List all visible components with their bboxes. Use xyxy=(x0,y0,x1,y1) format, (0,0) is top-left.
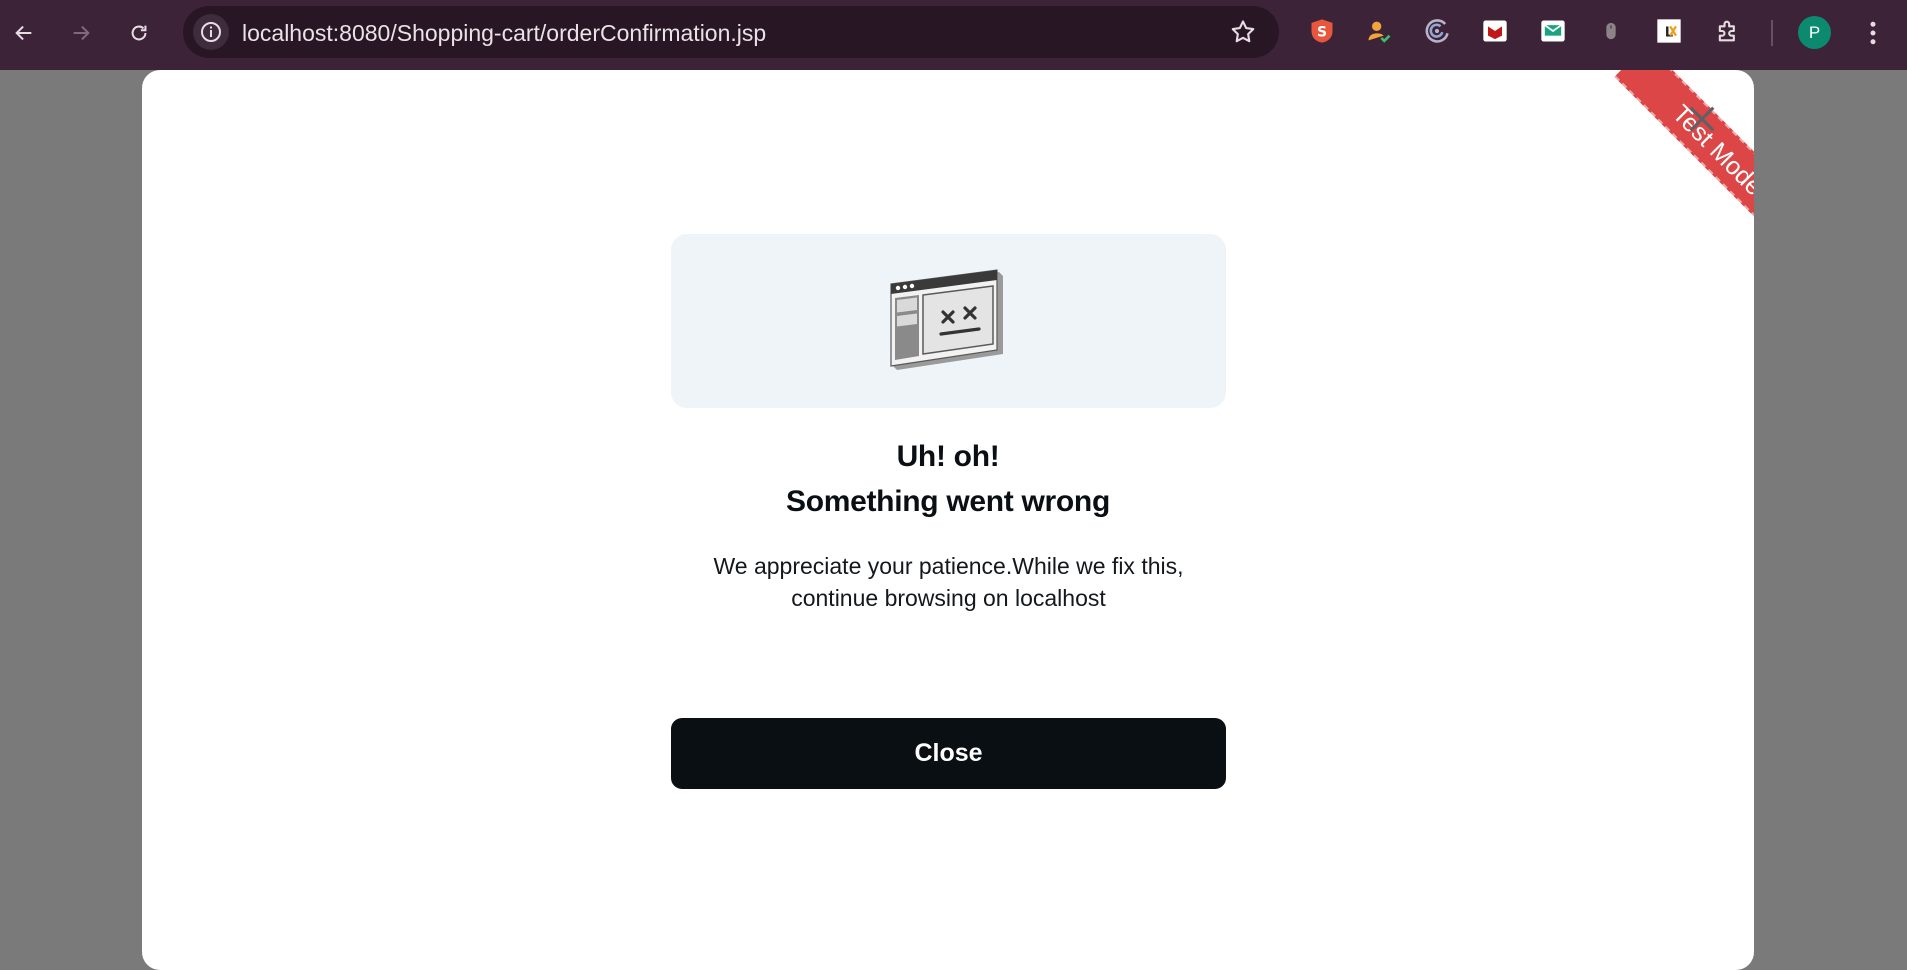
person-check-extension-icon[interactable] xyxy=(1364,16,1394,46)
url-text[interactable]: localhost:8080/Shopping-cart/orderConfir… xyxy=(242,20,766,47)
error-title-line2: Something went wrong xyxy=(786,485,1110,518)
error-modal: Test Mode Uh! oh! Something went wrong W… xyxy=(142,70,1754,970)
modal-close-x-button[interactable] xyxy=(1679,96,1725,142)
forward-button[interactable] xyxy=(61,13,101,53)
browser-menu-button[interactable] xyxy=(1858,16,1888,50)
mouse-extension-icon[interactable] xyxy=(1596,16,1626,46)
info-icon xyxy=(201,22,221,42)
swirl-extension-icon[interactable] xyxy=(1422,16,1452,46)
error-title-line1: Uh! oh! xyxy=(896,440,1000,473)
kebab-menu-icon xyxy=(1870,21,1876,45)
lx-extension-icon[interactable]: L xyxy=(1654,16,1684,46)
error-message: We appreciate your patience.While we fix… xyxy=(713,553,1184,611)
svg-text:S: S xyxy=(1317,24,1327,40)
site-info-button[interactable] xyxy=(193,14,229,50)
error-illustration-panel xyxy=(671,234,1226,408)
close-button[interactable]: Close xyxy=(671,718,1226,789)
arrow-right-icon xyxy=(73,25,90,41)
reload-button[interactable] xyxy=(119,13,159,53)
back-button[interactable] xyxy=(4,13,44,53)
profile-avatar[interactable]: P xyxy=(1798,16,1831,49)
arrow-left-icon xyxy=(15,25,32,41)
toolbar-divider xyxy=(1771,20,1773,46)
s-shield-extension-icon[interactable]: S xyxy=(1307,16,1337,46)
address-bar[interactable]: localhost:8080/Shopping-cart/orderConfir… xyxy=(183,6,1279,58)
test-mode-ribbon: Test Mode xyxy=(1574,70,1754,300)
mail-extension-icon[interactable] xyxy=(1538,16,1568,46)
mcafee-extension-icon[interactable] xyxy=(1480,16,1510,46)
bookmark-button[interactable] xyxy=(1229,18,1257,46)
browser-toolbar: localhost:8080/Shopping-cart/orderConfir… xyxy=(0,0,1907,70)
broken-browser-window-icon xyxy=(890,269,1003,370)
puzzle-extensions-icon[interactable] xyxy=(1713,16,1743,46)
close-icon xyxy=(1689,106,1715,132)
reload-icon xyxy=(131,25,147,41)
star-icon xyxy=(1231,20,1255,43)
